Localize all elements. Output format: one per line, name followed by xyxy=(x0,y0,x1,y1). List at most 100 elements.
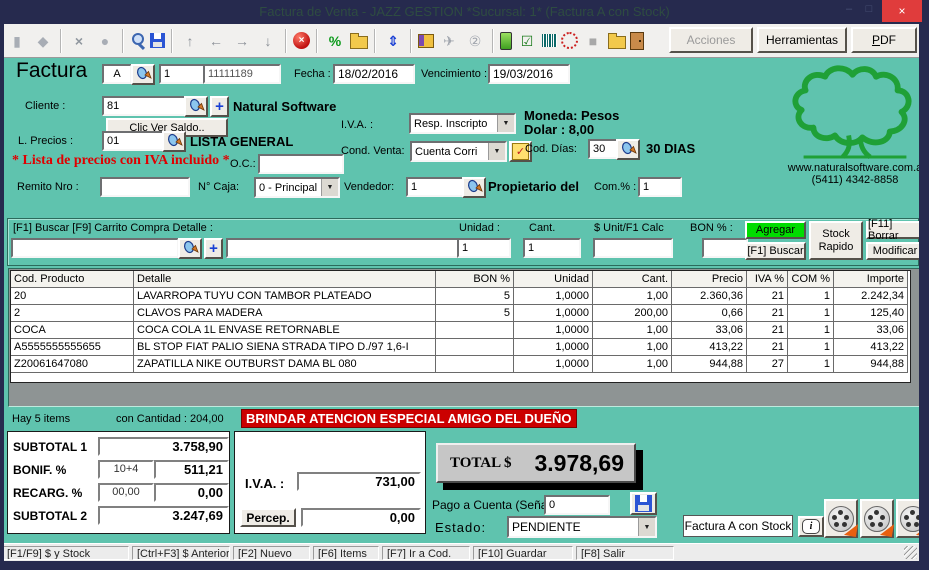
percep-button[interactable]: Percep. xyxy=(240,508,296,527)
barcode-icon[interactable] xyxy=(542,34,557,47)
bonif-pct-field[interactable]: 10+4 xyxy=(98,460,154,479)
chevron-down-icon[interactable]: ▼ xyxy=(488,143,505,160)
grid-header-cell[interactable]: Precio xyxy=(672,271,747,288)
gray-square-icon[interactable]: ■ xyxy=(582,30,604,52)
item-detail-field[interactable] xyxy=(226,238,459,258)
cancel-icon[interactable]: × xyxy=(293,32,310,49)
grid-cell: 200,00 xyxy=(593,305,672,322)
binoculars-icon xyxy=(620,141,637,158)
recarg-pct-field[interactable]: 00,00 xyxy=(98,483,154,502)
toolbar-separator xyxy=(171,29,173,53)
grid-header-cell[interactable]: BON % xyxy=(436,271,514,288)
fecha-field[interactable] xyxy=(333,64,415,84)
caja-combo[interactable]: 0 - Principal ▼ xyxy=(254,177,340,198)
letter-field[interactable] xyxy=(102,64,132,84)
herramientas-button[interactable]: Herramientas xyxy=(757,27,847,53)
maximize-button[interactable]: □ xyxy=(860,3,878,15)
grid-cell: CLAVOS PARA MADERA xyxy=(134,305,436,322)
stock-rapido-button[interactable]: Stock Rapido xyxy=(809,221,863,260)
letter-lookup-button[interactable] xyxy=(131,64,155,85)
grid-row[interactable]: Z20061647080ZAPATILLA NIKE OUTBURST DAMA… xyxy=(11,356,910,373)
grid-row[interactable]: COCACOCA COLA 1L ENVASE RETORNABLE1,0000… xyxy=(11,322,910,339)
media-button-2[interactable] xyxy=(860,499,894,538)
comision-field[interactable] xyxy=(638,177,682,197)
cond-venta-combo[interactable]: Cuenta Corri ▼ xyxy=(410,141,507,162)
delete-icon[interactable]: × xyxy=(68,30,90,52)
cod-dias-field[interactable] xyxy=(588,139,618,159)
media-button-1[interactable] xyxy=(824,499,858,538)
estado-combo[interactable]: PENDIENTE ▼ xyxy=(507,516,657,538)
chevron-down-icon[interactable]: ▼ xyxy=(638,518,655,536)
unit-price-field[interactable] xyxy=(593,238,673,258)
purse-icon[interactable] xyxy=(418,34,434,48)
buscar-button[interactable]: [F1] Buscar xyxy=(745,242,806,260)
grid-header-cell[interactable]: Detalle xyxy=(134,271,436,288)
edit-folder-icon[interactable] xyxy=(350,36,368,49)
modificar-button[interactable]: Modificar xyxy=(866,242,924,260)
chevron-down-icon[interactable]: ▼ xyxy=(321,179,338,196)
discount-percent-icon[interactable]: % xyxy=(324,30,346,52)
grid-header-cell[interactable]: Importe xyxy=(834,271,908,288)
add-cliente-button[interactable]: + xyxy=(210,96,229,117)
item-code-field[interactable] xyxy=(11,238,179,258)
chevron-down-icon[interactable]: ▼ xyxy=(497,115,514,132)
oc-field[interactable] xyxy=(258,154,344,174)
item-lookup-button[interactable] xyxy=(178,238,202,259)
remito-field[interactable] xyxy=(100,177,190,197)
stamp-icon[interactable]: ◆ xyxy=(32,30,54,52)
shield-icon[interactable]: ● xyxy=(94,30,116,52)
agregar-button[interactable]: Agregar xyxy=(745,221,806,239)
save-icon[interactable] xyxy=(150,33,165,48)
info-button[interactable]: i xyxy=(798,516,824,537)
grid-cell: 944,88 xyxy=(834,356,908,373)
cartridge-icon[interactable] xyxy=(500,32,512,50)
cant-field[interactable] xyxy=(523,238,581,258)
grid-header-cell[interactable]: Cant. xyxy=(593,271,672,288)
grid-header-cell[interactable]: Cod. Producto xyxy=(11,271,134,288)
pdf-button[interactable]: PDF xyxy=(851,27,917,53)
iva-combo[interactable]: Resp. Inscripto ▼ xyxy=(409,113,516,134)
grid-cell: 1,00 xyxy=(593,288,672,305)
acciones-button[interactable]: Acciones xyxy=(669,27,753,53)
unidad-field[interactable] xyxy=(457,238,511,258)
borrar-button[interactable]: [F11] Borrar xyxy=(866,221,924,239)
plane-icon[interactable]: ✈ xyxy=(438,30,460,52)
lista-precios-field[interactable] xyxy=(102,131,164,151)
arrow-down-icon[interactable]: ↓ xyxy=(257,30,279,52)
checkbox-icon[interactable]: ☑ xyxy=(516,30,538,52)
arrow-up-icon[interactable]: ↑ xyxy=(179,30,201,52)
vendedor-lookup-button[interactable] xyxy=(462,177,486,198)
cliente-field[interactable] xyxy=(102,96,186,116)
cliente-lookup-button[interactable] xyxy=(184,96,208,117)
tipo-factura-button[interactable]: Factura A con Stock xyxy=(683,515,793,537)
lista-lookup-button[interactable] xyxy=(162,131,186,152)
close-button[interactable]: × xyxy=(882,0,922,22)
grid-row[interactable]: A5555555555655BL STOP FIAT PALIO SIENA S… xyxy=(11,339,910,356)
arrow-right-icon[interactable]: → xyxy=(231,30,253,52)
grid-row[interactable]: 20LAVARROPA TUYU CON TAMBOR PLATEADO51,0… xyxy=(11,288,910,305)
circled-two-icon[interactable]: ② xyxy=(464,30,486,52)
grid-header-cell[interactable]: COM % xyxy=(788,271,834,288)
dotted-circle-icon[interactable] xyxy=(561,32,578,49)
open-folder-icon[interactable] xyxy=(608,36,626,49)
save-pago-button[interactable] xyxy=(630,492,657,515)
vencimiento-field[interactable] xyxy=(488,64,570,84)
search-icon[interactable] xyxy=(130,33,146,49)
bon-field[interactable] xyxy=(702,238,748,258)
grid-cell: 1,0000 xyxy=(514,305,593,322)
pago-field[interactable] xyxy=(544,495,610,515)
exit-door-icon[interactable] xyxy=(630,32,644,50)
dias-lookup-button[interactable] xyxy=(616,139,640,160)
arrow-left-icon[interactable]: ← xyxy=(205,30,227,52)
add-item-button[interactable]: + xyxy=(204,238,223,259)
minimize-button[interactable]: – xyxy=(840,3,858,15)
expand-vertical-icon[interactable]: ⇕ xyxy=(382,30,404,52)
grid-header-cell[interactable]: IVA % xyxy=(747,271,788,288)
vendedor-field[interactable] xyxy=(406,177,464,197)
grid-row[interactable]: 2CLAVOS PARA MADERA51,0000200,000,662111… xyxy=(11,305,910,322)
pos-field[interactable] xyxy=(159,64,205,84)
invoice-number-field[interactable] xyxy=(203,64,281,84)
new-doc-icon[interactable]: ▮ xyxy=(6,30,28,52)
grid-header-cell[interactable]: Unidad xyxy=(514,271,593,288)
resize-grip[interactable] xyxy=(904,546,917,559)
